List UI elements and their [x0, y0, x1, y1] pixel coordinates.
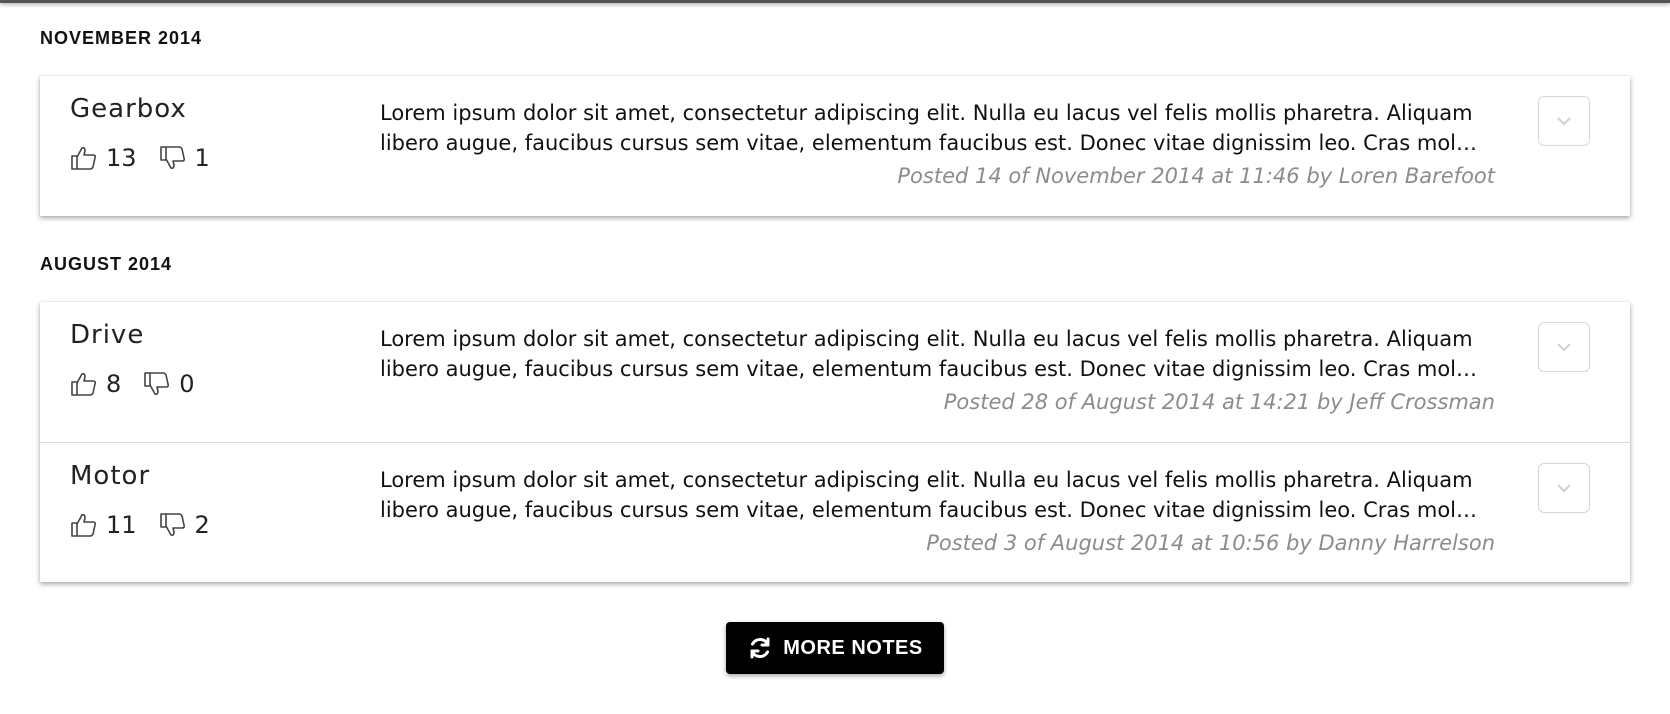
dislike-button[interactable]: 0 [143, 370, 195, 398]
note-votes: 8 0 [70, 370, 217, 398]
note-card-gearbox: Gearbox 13 1 Lorem ipsum dolor sit amet,… [40, 76, 1630, 216]
notes-group: Gearbox 13 1 Lorem ipsum dolor sit amet,… [40, 76, 1630, 216]
note-meta: Posted 14 of November 2014 at 11:46 by L… [897, 164, 1495, 188]
thumbs-up-icon [71, 514, 97, 537]
notes-group: Drive 8 0 Lorem ipsum dolor sit amet, co… [40, 302, 1630, 582]
dislike-button[interactable]: 2 [159, 511, 210, 539]
expand-button[interactable] [1538, 96, 1590, 146]
chevron-down-icon [1557, 343, 1571, 352]
like-count: 11 [106, 511, 137, 539]
note-title: Drive [70, 320, 145, 350]
note-body: Lorem ipsum dolor sit amet, consectetur … [380, 101, 1478, 155]
chevron-down-icon [1557, 484, 1571, 493]
note-title: Motor [70, 461, 151, 491]
thumbs-down-icon [159, 146, 185, 169]
note-votes: 11 2 [70, 511, 232, 539]
section-august-2014: AUGUST 2014 Drive 8 0 Lorem ipsum dolor … [40, 253, 1630, 582]
like-count: 8 [106, 370, 122, 398]
like-button[interactable]: 8 [70, 370, 121, 398]
note-body: Lorem ipsum dolor sit amet, consectetur … [380, 468, 1478, 522]
thumbs-up-icon [71, 147, 97, 170]
month-heading: AUGUST 2014 [40, 254, 173, 274]
note-title: Gearbox [70, 94, 187, 124]
expand-button[interactable] [1538, 322, 1590, 372]
dislike-count: 0 [179, 370, 195, 398]
more-notes-wrapper: MORE NOTES [0, 622, 1670, 674]
section-november-2014: NOVEMBER 2014 Gearbox 13 1 Lorem ipsum d… [40, 27, 1630, 216]
refresh-icon [750, 637, 770, 659]
expand-button[interactable] [1538, 463, 1590, 513]
thumbs-down-icon [159, 513, 185, 536]
more-notes-label: MORE NOTES [783, 636, 923, 659]
chevron-down-icon [1557, 117, 1571, 126]
dislike-button[interactable]: 1 [159, 144, 210, 172]
month-heading: NOVEMBER 2014 [40, 28, 203, 48]
thumbs-down-icon [144, 372, 170, 395]
note-meta: Posted 28 of August 2014 at 14:21 by Jef… [943, 390, 1495, 414]
note-body: Lorem ipsum dolor sit amet, consectetur … [380, 327, 1478, 381]
like-button[interactable]: 11 [70, 511, 137, 539]
like-button[interactable]: 13 [70, 144, 137, 172]
dislike-count: 2 [194, 511, 210, 539]
note-votes: 13 1 [70, 144, 232, 172]
like-count: 13 [106, 144, 137, 172]
dislike-count: 1 [194, 144, 210, 172]
top-bar-shadow [0, 0, 1670, 3]
more-notes-button[interactable]: MORE NOTES [726, 622, 944, 674]
thumbs-up-icon [71, 373, 97, 396]
note-card-drive: Drive 8 0 Lorem ipsum dolor sit amet, co… [40, 302, 1630, 442]
note-meta: Posted 3 of August 2014 at 10:56 by Dann… [926, 531, 1495, 555]
note-card-motor: Motor 11 2 Lorem ipsum dolor sit amet, c… [40, 442, 1630, 582]
